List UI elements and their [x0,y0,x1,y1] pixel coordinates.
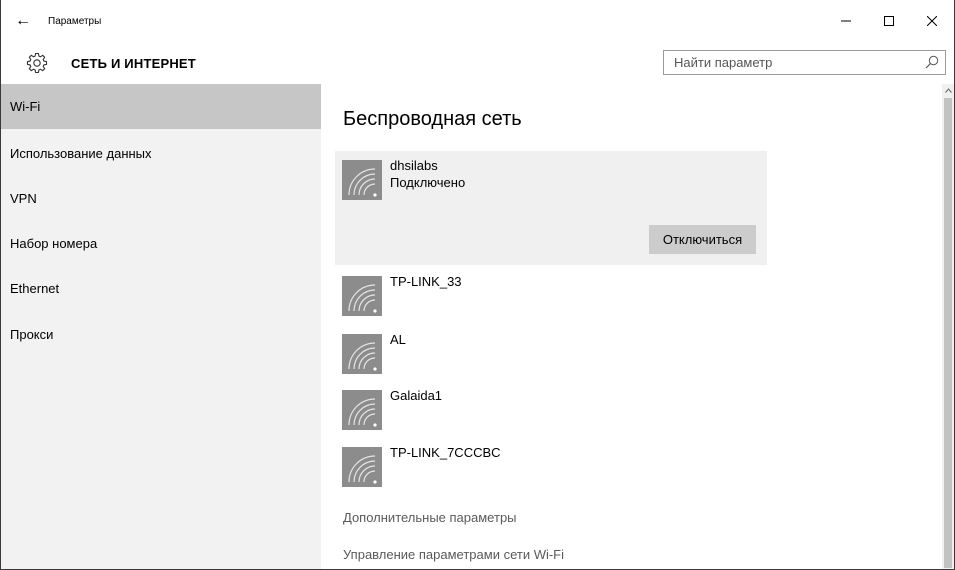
network-name: TP-LINK_33 [390,274,462,289]
main-content: Беспроводная сеть dhsilabs Подключено От… [321,84,942,569]
advanced-options-link[interactable]: Дополнительные параметры [343,510,517,525]
network-name: TP-LINK_7CCCBC [390,445,501,460]
scroll-thumb[interactable] [944,98,952,568]
search-icon[interactable] [925,55,939,69]
network-item[interactable]: TP-LINK_7CCCBC [335,438,767,495]
network-status: Подключено [390,175,466,190]
scroll-up-icon[interactable] [942,84,954,96]
wifi-icon [342,276,382,316]
sidebar-item-ethernet[interactable]: Ethernet [1,266,321,311]
back-arrow-icon[interactable]: ← [15,11,37,31]
network-name: Galaida1 [390,388,443,403]
network-item[interactable]: AL [335,325,767,382]
sidebar-item-proxy[interactable]: Прокси [1,312,321,357]
manage-wifi-settings-link[interactable]: Управление параметрами сети Wi-Fi [343,547,564,562]
settings-window: ← Параметры СЕТЬ И ИНТЕРНЕТ Найти параме… [0,0,955,570]
wifi-icon [342,334,382,374]
sidebar: Wi-Fi Использование данных VPN Набор ном… [1,84,321,569]
scrollbar[interactable] [942,84,954,569]
search-box[interactable] [663,50,946,75]
maximize-icon[interactable] [874,10,904,32]
wifi-icon [342,390,382,430]
network-item[interactable]: TP-LINK_33 [335,267,767,324]
network-item[interactable]: Galaida1 [335,381,767,438]
wifi-icon [342,447,382,487]
sidebar-item-dial-up[interactable]: Набор номера [1,221,321,266]
wifi-icon [342,160,382,200]
network-name: AL [390,332,406,347]
close-icon[interactable] [917,10,947,32]
network-name: dhsilabs [390,158,438,173]
search-input[interactable] [664,51,924,74]
network-connected[interactable]: dhsilabs Подключено Отключиться [335,151,767,265]
disconnect-button[interactable]: Отключиться [649,225,756,254]
page-title: Беспроводная сеть [343,108,522,130]
title-bar: ← Параметры [1,0,954,42]
sidebar-item-wifi[interactable]: Wi-Fi [1,84,321,129]
sidebar-item-vpn[interactable]: VPN [1,176,321,221]
header: СЕТЬ И ИНТЕРНЕТ [1,42,954,84]
gear-icon [26,52,48,74]
minimize-icon[interactable] [831,10,861,32]
sidebar-item-data-usage[interactable]: Использование данных [1,131,321,176]
app-title: Параметры [48,16,102,27]
section-title: СЕТЬ И ИНТЕРНЕТ [71,56,196,71]
